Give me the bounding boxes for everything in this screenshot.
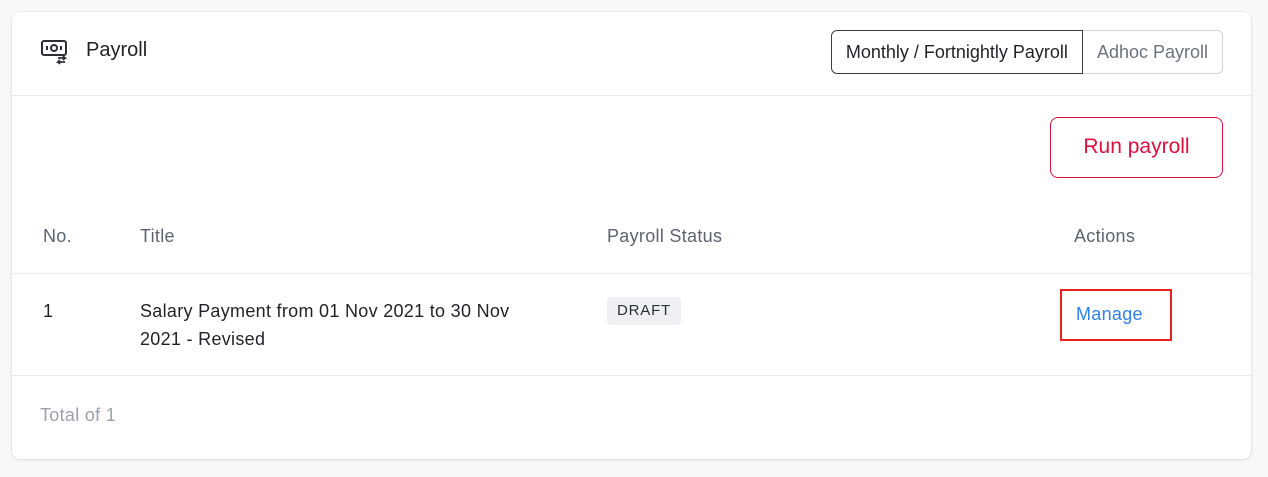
manage-link[interactable]: Manage xyxy=(1076,300,1143,328)
status-badge: DRAFT xyxy=(607,297,681,325)
column-header-payroll-status: Payroll Status xyxy=(607,226,723,246)
payroll-type-toggle: Monthly / Fortnightly Payroll Adhoc Payr… xyxy=(830,30,1223,74)
manage-highlight: Manage xyxy=(1060,289,1172,341)
run-payroll-button[interactable]: Run payroll xyxy=(1050,117,1223,178)
tab-adhoc-payroll[interactable]: Adhoc Payroll xyxy=(1082,30,1223,74)
row-title: Salary Payment from 01 Nov 2021 to 30 No… xyxy=(140,301,510,349)
tab-monthly-fortnightly-payroll[interactable]: Monthly / Fortnightly Payroll xyxy=(830,30,1083,74)
page-title: Payroll xyxy=(86,39,148,61)
table-header: No. Title Payroll Status Actions xyxy=(12,202,1251,274)
payroll-card: Payroll Monthly / Fortnightly Payroll Ad… xyxy=(12,12,1251,459)
row-number: 1 xyxy=(43,301,54,321)
total-count: Total of 1 xyxy=(40,405,117,425)
column-header-actions: Actions xyxy=(1074,226,1136,246)
card-header: Payroll Monthly / Fortnightly Payroll Ad… xyxy=(12,12,1251,96)
payroll-cash-icon xyxy=(41,40,68,65)
column-header-no: No. xyxy=(43,226,72,246)
column-header-title: Title xyxy=(140,226,175,246)
table-row: 1 Salary Payment from 01 Nov 2021 to 30 … xyxy=(12,274,1251,376)
